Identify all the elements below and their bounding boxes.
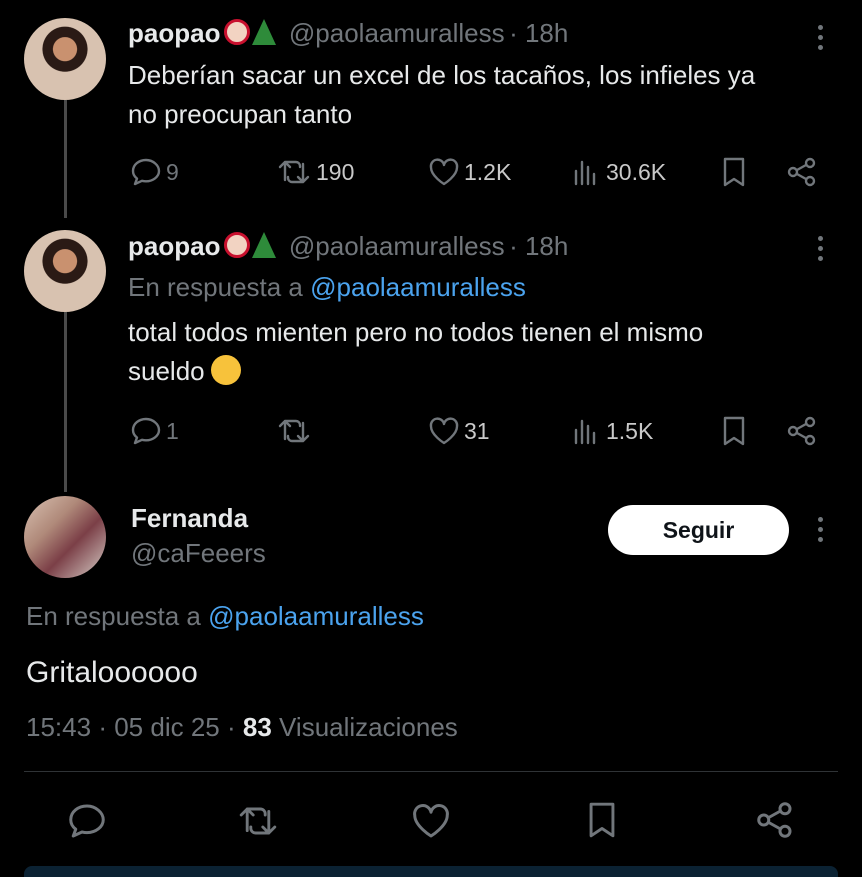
repost-button[interactable] [236,803,280,839]
bookmark-button[interactable] [720,156,748,188]
reply-context: En respuesta a @paolaamuralless [128,272,526,302]
bookmark-button[interactable] [585,800,619,840]
user-handle[interactable]: @caFeeers [131,538,266,569]
display-name[interactable]: paopao [128,231,220,261]
reply-icon [131,417,161,445]
christmas-tree-emoji-icon [252,19,277,45]
views-icon [574,160,596,186]
reply-button[interactable]: 9 [130,157,179,187]
santa-emoji-icon [224,19,251,45]
display-name[interactable]: Fernanda [131,503,248,534]
tweet-time[interactable]: 15:43 [26,712,91,742]
bookmark-button[interactable] [720,415,748,447]
display-name[interactable]: paopao [128,18,220,48]
divider [24,771,838,772]
mention-link[interactable]: @paolaamuralless [208,601,424,631]
like-button[interactable] [411,802,451,840]
reply-button[interactable]: 1 [130,416,179,446]
more-icon[interactable] [818,25,823,50]
tweet-header: paopao @paolaamuralless · 18h [128,231,568,262]
repost-icon [278,160,310,184]
views-button[interactable]: 30.6K [572,157,666,187]
share-button[interactable] [755,800,795,840]
share-icon [787,157,816,187]
tweet-text: Gritaloooooo [26,656,198,689]
like-count: 1.2K [464,158,512,185]
share-icon [757,802,792,838]
thread-line [64,312,67,492]
bookmark-icon [723,416,745,446]
like-icon [429,158,459,186]
views-button[interactable]: 1.5K [572,416,653,446]
timestamp[interactable]: · 18h [509,231,568,261]
timestamp[interactable]: · 18h [509,18,568,48]
like-button[interactable]: 1.2K [428,157,511,187]
reply-count: 9 [166,158,179,185]
reply-icon [131,158,161,186]
reply-composer-bar[interactable] [24,866,838,877]
like-icon [413,804,449,838]
like-icon [429,417,459,445]
share-button[interactable] [786,415,818,447]
tweet-date[interactable]: 05 dic 25 [114,712,220,742]
reply-button[interactable] [67,802,107,840]
tweet-meta: 15:43 · 05 dic 25 · 83 Visualizaciones [26,712,458,742]
reply-count: 1 [166,417,179,444]
avatar[interactable] [24,18,106,100]
avatar[interactable] [24,496,106,578]
sleepy-face-emoji-icon [210,355,241,385]
santa-emoji-icon [224,232,251,258]
repost-count: 190 [316,158,355,185]
tweet-text: total todos mienten pero no todos tienen… [128,317,704,386]
views-count: 30.6K [606,158,667,185]
user-handle[interactable]: @paolaamuralless [289,231,505,261]
christmas-tree-emoji-icon [252,232,277,258]
more-icon[interactable] [818,517,823,542]
like-button[interactable]: 31 [428,416,490,446]
reply-context: En respuesta a @paolaamuralless [26,601,424,631]
reply-icon [69,804,105,838]
repost-button[interactable] [276,416,312,446]
thread-line [64,100,67,218]
bookmark-icon [723,157,745,187]
views-label: Visualizaciones [279,712,458,742]
repost-icon [278,419,310,443]
avatar[interactable] [24,230,106,312]
share-button[interactable] [786,156,818,188]
repost-icon [239,807,277,835]
follow-button[interactable]: Seguir [608,505,789,555]
views-icon [574,419,596,445]
like-count: 31 [464,417,490,444]
bookmark-icon [589,802,615,838]
views-count: 1.5K [606,417,654,444]
repost-button[interactable]: 190 [276,157,354,187]
share-icon [787,416,816,446]
tweet-header: paopao @paolaamuralless · 18h [128,18,568,49]
mention-link[interactable]: @paolaamuralless [310,272,526,302]
tweet-text: Deberían sacar un excel de los tacaños, … [128,60,756,129]
user-handle[interactable]: @paolaamuralless [289,18,505,48]
more-icon[interactable] [818,236,823,261]
views-count: 83 [242,712,272,742]
